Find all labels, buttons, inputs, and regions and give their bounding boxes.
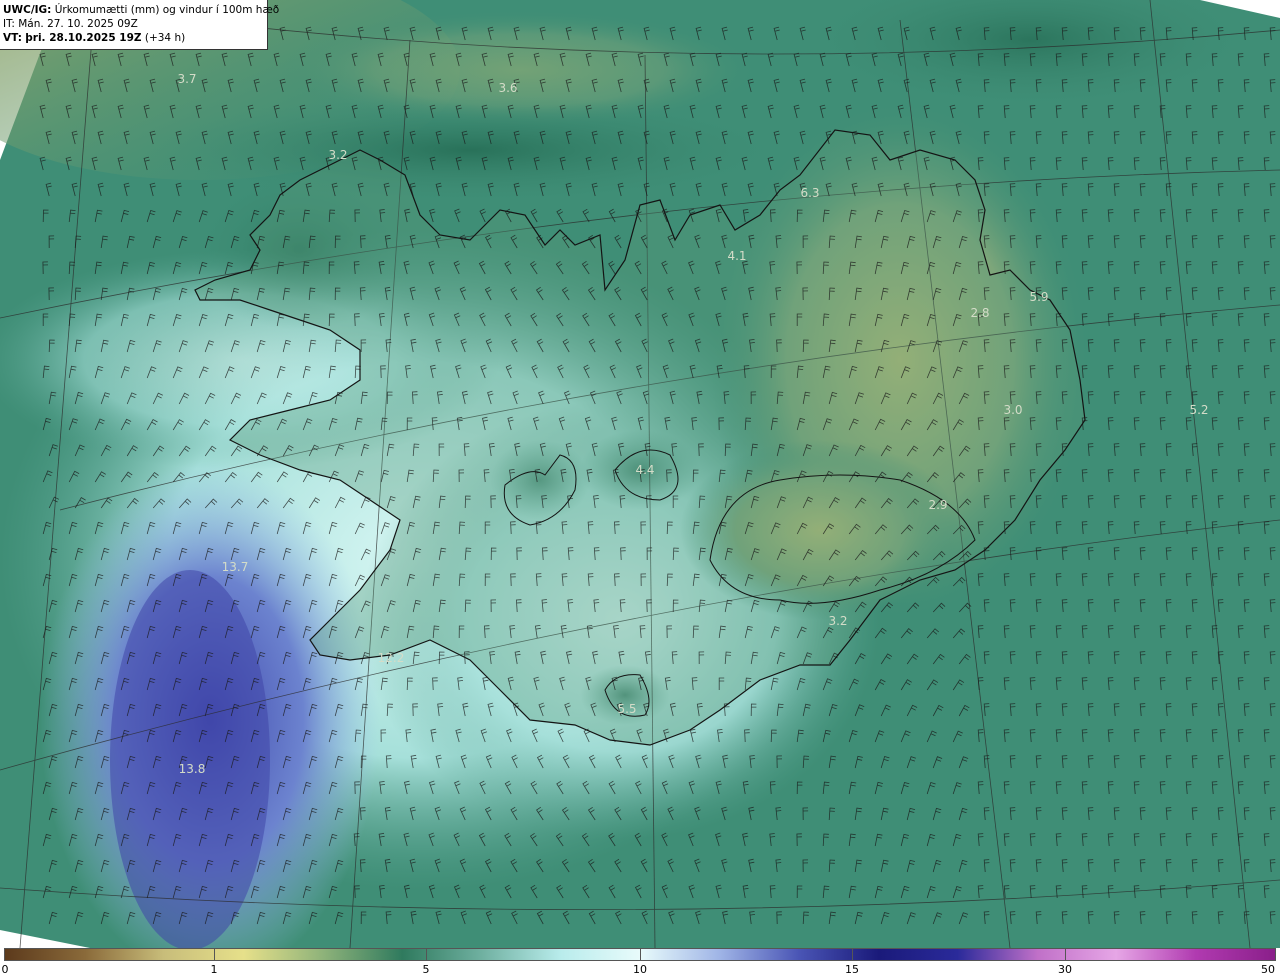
value-label: 3.6 (498, 81, 518, 95)
value-label: 5.9 (1029, 290, 1049, 304)
colorbar-tick-mark (640, 948, 641, 961)
vt-prefix: VT: (3, 32, 22, 44)
value-label: 13.8 (178, 762, 206, 776)
colorbar-legend: 0 1 5 10 15 30 50 (0, 948, 1280, 978)
value-label: 2.9 (928, 498, 948, 512)
value-label: 12.2 (377, 651, 405, 665)
vt-value: þri. 28.10.2025 19Z (25, 32, 142, 44)
product-code: UWC/IG: (3, 4, 52, 16)
colorbar-tick-label: 15 (845, 963, 859, 976)
value-label: 3.2 (328, 148, 348, 162)
colorbar-tick-mark (852, 948, 853, 961)
value-label: 5.2 (1189, 403, 1209, 417)
value-label: 3.2 (828, 614, 848, 628)
colorbar-tick-label: 1 (210, 963, 218, 976)
value-label: 2.8 (970, 306, 990, 320)
map-header: UWC/IG: Úrkomumætti (mm) og vindur í 100… (0, 0, 279, 50)
it-value: Mán. 27. 10. 2025 09Z (18, 18, 138, 30)
value-label: 5.5 (617, 702, 637, 716)
colorbar-tick-mark (4, 948, 5, 961)
value-label: 4.1 (727, 249, 747, 263)
colorbar-tick-mark (214, 948, 215, 961)
header-vt-line: VT: þri. 28.10.2025 19Z (+34 h) (3, 31, 264, 45)
colorbar-tick-label: 10 (633, 963, 647, 976)
value-label: 4.4 (635, 463, 655, 477)
header-title-line: UWC/IG: Úrkomumætti (mm) og vindur í 100… (3, 3, 279, 17)
map-title: Úrkomumætti (mm) og vindur í 100m hæð (54, 4, 280, 16)
colorbar-tick-mark (426, 948, 427, 961)
vt-offset: (+34 h) (144, 32, 186, 44)
value-label: 13.7 (221, 560, 249, 574)
precip-core-blue (110, 570, 270, 948)
colorbar-tick-mark (1065, 948, 1066, 961)
colorbar-tick-label: 50 (1261, 963, 1275, 976)
value-label: 6.3 (800, 186, 820, 200)
value-label: 3.7 (177, 72, 197, 86)
header-it-line: IT: Mán. 27. 10. 2025 09Z (3, 17, 264, 31)
colorbar-tick-label: 5 (422, 963, 430, 976)
it-prefix: IT: (3, 18, 15, 30)
value-label: 3.0 (1003, 403, 1023, 417)
colorbar-tick-label: 30 (1058, 963, 1072, 976)
colorbar-tick-label: 0 (1, 963, 9, 976)
